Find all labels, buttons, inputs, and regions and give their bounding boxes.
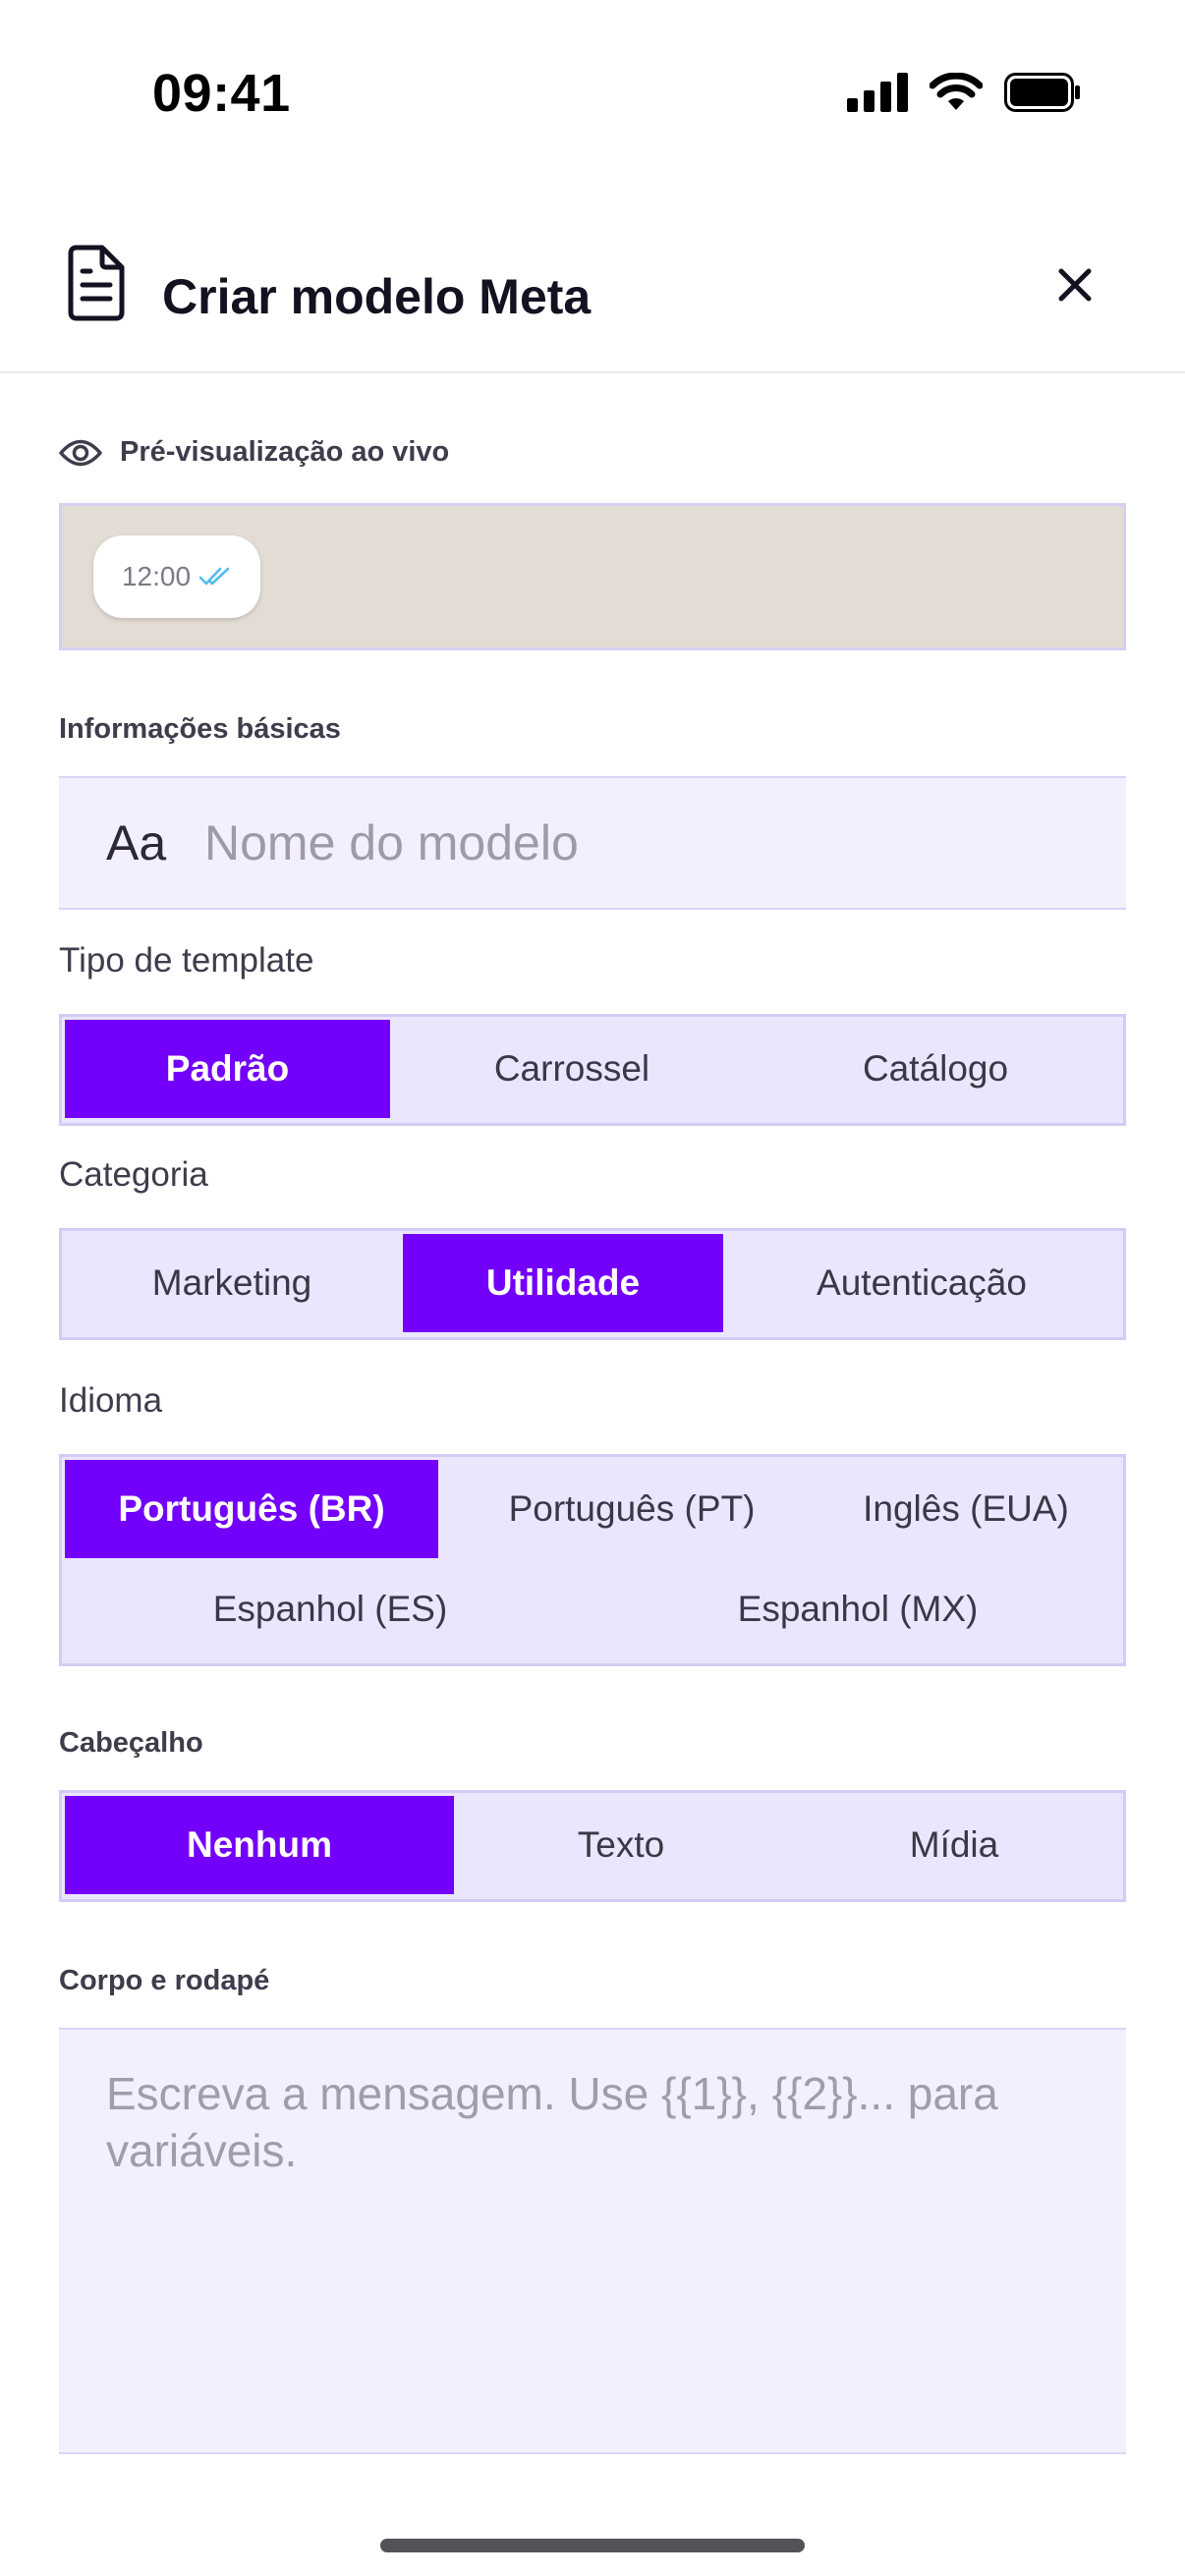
close-icon — [1058, 268, 1092, 302]
close-button[interactable] — [1044, 253, 1106, 316]
body-footer-label: Corpo e rodapé — [59, 1965, 270, 1996]
header-section-label: Cabeçalho — [59, 1727, 203, 1759]
template-type-option-padrao[interactable]: Padrão — [65, 1020, 390, 1118]
message-body-textarea[interactable] — [106, 2065, 1089, 2419]
language-option-pt-br[interactable]: Português (BR) — [65, 1460, 438, 1558]
template-type-selector: Padrão Carrossel Catálogo — [59, 1014, 1126, 1126]
preview-label: Pré-visualização ao vivo — [59, 436, 449, 469]
language-option-es-es[interactable]: Espanhol (ES) — [65, 1560, 595, 1658]
home-indicator — [380, 2539, 805, 2552]
language-option-pt-pt[interactable]: Português (PT) — [455, 1460, 809, 1558]
template-name-field[interactable]: Aa — [59, 776, 1126, 910]
live-preview: 12:00 — [59, 503, 1126, 650]
language-selector: Português (BR) Português (PT) Inglês (EU… — [59, 1454, 1126, 1666]
template-type-option-carrossel[interactable]: Carrossel — [390, 1020, 754, 1118]
category-option-autenticacao[interactable]: Autenticação — [723, 1234, 1120, 1332]
signal-icon — [847, 73, 908, 112]
status-time: 09:41 — [152, 64, 291, 123]
category-label: Categoria — [59, 1155, 208, 1194]
template-type-label: Tipo de template — [59, 941, 314, 980]
category-selector: Marketing Utilidade Autenticação — [59, 1228, 1126, 1340]
eye-icon — [59, 439, 102, 466]
wifi-icon — [930, 73, 983, 110]
battery-icon — [1004, 73, 1080, 112]
category-option-utilidade[interactable]: Utilidade — [403, 1234, 723, 1332]
double-check-icon — [198, 567, 230, 586]
create-meta-template-screen: 09:41 Criar modelo Meta Pré-visualização… — [0, 0, 1185, 2576]
status-icons — [847, 73, 1083, 112]
message-body-field[interactable] — [59, 2028, 1126, 2454]
template-name-input[interactable] — [204, 814, 1089, 871]
language-option-en-us[interactable]: Inglês (EUA) — [809, 1460, 1123, 1558]
status-bar: 09:41 — [0, 0, 1185, 187]
language-option-es-mx[interactable]: Espanhol (MX) — [592, 1560, 1123, 1658]
header-option-nenhum[interactable]: Nenhum — [65, 1796, 454, 1894]
preview-label-text: Pré-visualização ao vivo — [120, 436, 450, 468]
basic-info-label: Informações básicas — [59, 713, 341, 745]
language-label: Idioma — [59, 1381, 163, 1420]
header-option-texto[interactable]: Texto — [454, 1796, 788, 1894]
page-title: Criar modelo Meta — [162, 269, 592, 324]
message-time: 12:00 — [121, 561, 192, 591]
template-type-option-catalogo[interactable]: Catálogo — [754, 1020, 1117, 1118]
text-format-icon: Aa — [106, 815, 167, 870]
category-option-marketing[interactable]: Marketing — [65, 1234, 399, 1332]
modal-header: Criar modelo Meta — [0, 216, 1185, 373]
message-bubble: 12:00 — [93, 535, 260, 618]
document-icon — [68, 245, 125, 321]
header-option-midia[interactable]: Mídia — [788, 1796, 1120, 1894]
header-type-selector: Nenhum Texto Mídia — [59, 1790, 1126, 1902]
